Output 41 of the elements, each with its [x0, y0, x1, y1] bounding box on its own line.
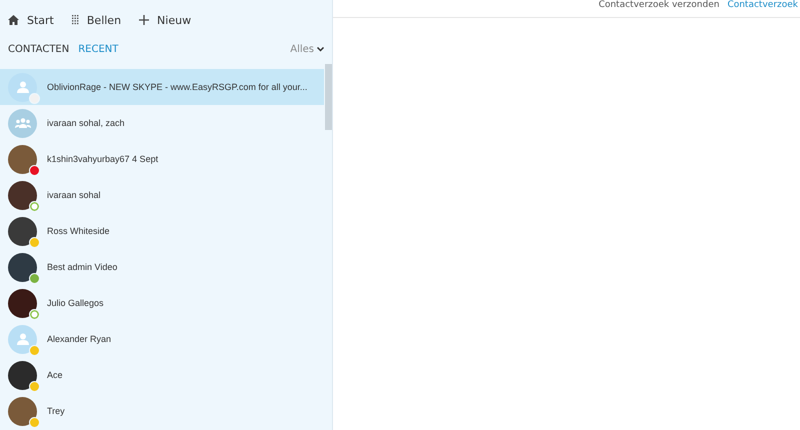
status-text: Contactverzoek verzonden	[598, 0, 720, 10]
person-icon	[16, 333, 28, 345]
contact-name: ivaraan sohal, zach	[47, 118, 125, 128]
contact-name: Best admin Video	[47, 262, 118, 272]
photo-placeholder	[8, 252, 37, 282]
photo-placeholder	[8, 288, 37, 318]
chevron-icon	[317, 46, 324, 52]
conversation-item[interactable]: Alexander Ryan	[0, 321, 324, 357]
photo-placeholder	[8, 396, 37, 426]
contact-name: Trey	[47, 406, 65, 416]
scrollbar-thumb[interactable]	[325, 64, 332, 130]
conversation-item[interactable]: ivaraan sohal	[0, 177, 324, 213]
contact-name: Julio Gallegos	[47, 298, 104, 308]
toolbar-button[interactable]: Nieuw	[139, 14, 192, 26]
conversation-item[interactable]: k1shin3vahyurbay67 4 Sept	[0, 141, 324, 177]
conversation-item[interactable]: Trey	[0, 393, 324, 429]
contact-name: OblivionRage - NEW SKYPE - www.EasyRSGP.com for all your...	[47, 82, 308, 92]
contact-name: Ace	[47, 370, 63, 380]
tab[interactable]: CONTACTEN	[8, 44, 70, 54]
toolbar-button[interactable]: Bellen	[72, 14, 122, 26]
toolbar-button[interactable]: Start	[8, 14, 54, 26]
plus-icon	[139, 15, 150, 25]
dialpad-icon	[72, 15, 79, 25]
person-icon	[16, 81, 28, 93]
contact-name: Alexander Ryan	[47, 334, 112, 344]
conversation-item[interactable]: Ace	[0, 357, 324, 393]
photo-placeholder	[8, 180, 37, 210]
group-icon	[14, 118, 30, 128]
contact-name: ivaraan sohal	[47, 190, 101, 200]
contact-name: Ross Whiteside	[47, 226, 110, 236]
conversation-item[interactable]: Julio Gallegos	[0, 285, 324, 321]
conversation-item[interactable]: OblivionRage - NEW SKYPE - www.EasyRSGP.com for all your...	[0, 69, 324, 105]
photo-placeholder	[8, 216, 37, 246]
home-icon	[8, 15, 19, 25]
photo-placeholder	[8, 144, 37, 174]
photo-placeholder	[8, 360, 37, 390]
contact-request-link[interactable]: Contactverzoek	[727, 0, 798, 10]
conversation-item[interactable]: Best admin Video	[0, 249, 324, 285]
contact-name: k1shin3vahyurbay67 4 Sept	[47, 154, 158, 164]
conversation-item[interactable]: Ross Whiteside	[0, 213, 324, 249]
conversation-item[interactable]: ivaraan sohal, zach	[0, 105, 324, 141]
